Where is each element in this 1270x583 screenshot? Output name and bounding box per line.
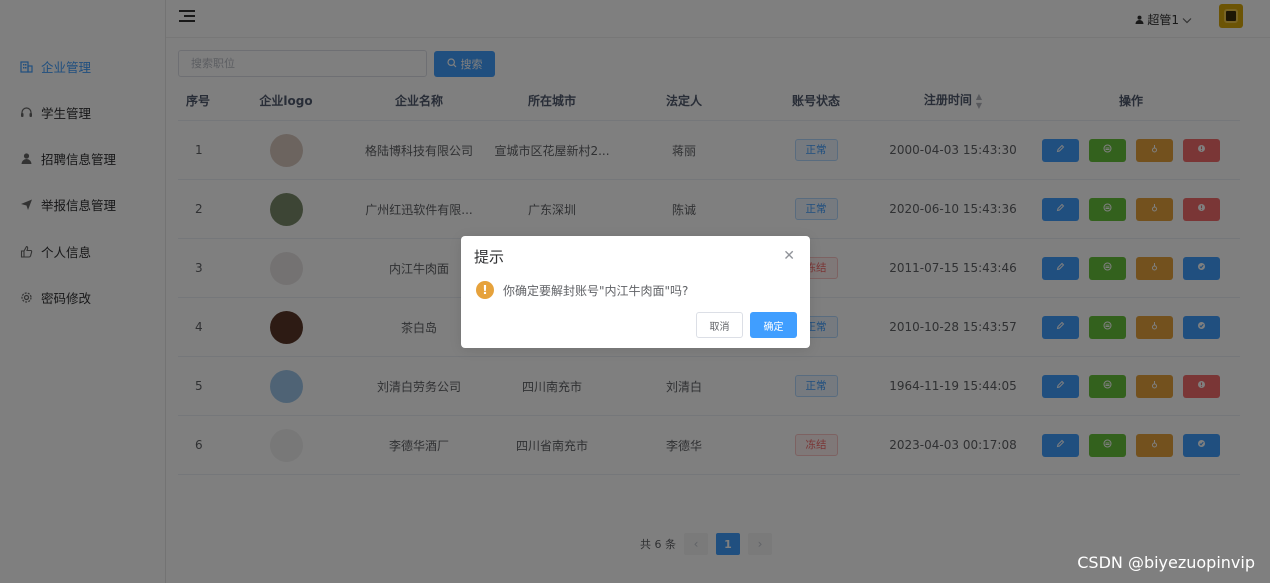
dialog-title: 提示 [474,248,505,266]
warning-icon: ! [476,281,494,299]
confirm-button[interactable]: 确定 [750,312,797,338]
close-icon[interactable]: ✕ [783,248,795,264]
dialog-message: 你确定要解封账号"内江牛肉面"吗? [503,284,689,298]
watermark: CSDN @biyezuopinvip [1077,553,1255,572]
confirm-dialog: 提示 ✕ ! 你确定要解封账号"内江牛肉面"吗? 取消 确定 [461,236,810,348]
cancel-button[interactable]: 取消 [696,312,743,338]
